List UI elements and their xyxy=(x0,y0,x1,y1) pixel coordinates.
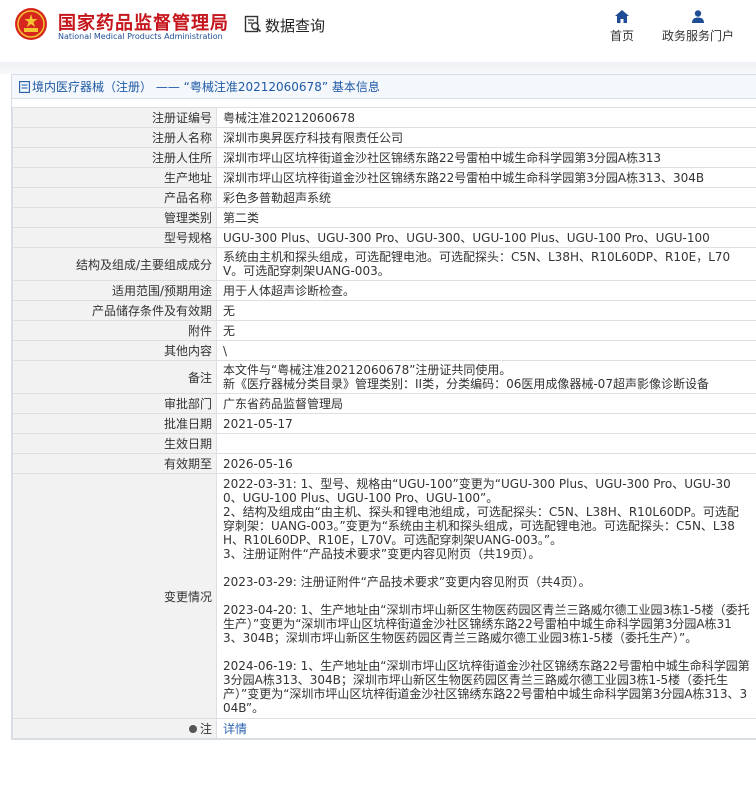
detail-link[interactable]: 详情 xyxy=(223,722,247,736)
row-value: 用于人体超声诊断检查。 xyxy=(216,280,756,301)
nav-service-portal[interactable]: 政务服务门户 xyxy=(658,10,738,44)
row-label: 其他内容 xyxy=(12,340,217,361)
row-value: 广东省药品监督管理局 xyxy=(216,393,756,414)
row-label: 注 xyxy=(12,718,217,739)
row-value: UGU-300 Plus、UGU-300 Pro、UGU-300、UGU-100… xyxy=(216,227,756,248)
change-entry-1-line-3: 3、注册证附件“产品技术要求”变更内容见附页（共19页）。 xyxy=(223,547,541,561)
header-shadow xyxy=(0,62,756,74)
breadcrumb: 境内医疗器械（注册） —— “粤械注准20212060678” 基本信息 xyxy=(12,75,756,99)
table-row: 结构及组成/主要组成成分 系统由主机和探头组成，可选配锂电池。可选配探头：C5N、… xyxy=(12,247,756,281)
change-entry-4: 2024-06-19: 1、生产地址由“深圳市坪山区坑梓街道金沙社区锦绣东路22… xyxy=(223,659,750,715)
row-value: 本文件与“粤械注准20212060678”注册证共同使用。 新《医疗器械分类目录》… xyxy=(216,360,756,394)
row-label: 生产地址 xyxy=(12,167,217,188)
row-label: 注册人名称 xyxy=(12,127,217,148)
data-query-icon[interactable] xyxy=(244,15,262,33)
breadcrumb-text: 境内医疗器械（注册） —— “粤械注准20212060678” 基本信息 xyxy=(32,80,380,94)
change-entry-2: 2023-03-29: 注册证附件“产品技术要求”变更内容见附页（共4页）。 xyxy=(223,575,591,589)
site-header: 国家药品监督管理局 National Medical Products Admi… xyxy=(0,0,756,62)
row-label: 附件 xyxy=(12,320,217,341)
site-subtitle: National Medical Products Administration xyxy=(58,32,223,41)
nav-home[interactable]: 首页 xyxy=(604,10,640,44)
note-label: 注 xyxy=(199,722,212,736)
pin-icon xyxy=(188,725,197,733)
detail-panel: 境内医疗器械（注册） —— “粤械注准20212060678” 基本信息 注册证… xyxy=(11,74,756,740)
row-label: 注册证编号 xyxy=(12,107,217,128)
change-history-row: 变更情况 2022-03-31: 1、型号、规格由“UGU-100”变更为“UG… xyxy=(12,473,756,719)
table-row: 审批部门 广东省药品监督管理局 xyxy=(12,393,756,414)
table-row: 产品名称 彩色多普勒超声系统 xyxy=(12,187,756,208)
row-label: 注册人住所 xyxy=(12,147,217,168)
row-value: 无 xyxy=(216,320,756,341)
row-value: 系统由主机和探头组成，可选配锂电池。可选配探头：C5N、L38H、R10L60D… xyxy=(216,247,756,281)
row-label: 生效日期 xyxy=(12,433,217,454)
row-value xyxy=(216,433,756,454)
row-value: 粤械注准20212060678 xyxy=(216,107,756,128)
device-info-table: 注册证编号 粤械注准20212060678 注册人名称 深圳市奥昇医疗科技有限责任公… xyxy=(12,107,756,739)
row-label: 备注 xyxy=(12,360,217,394)
row-label: 结构及组成/主要组成成分 xyxy=(12,247,217,281)
table-row: 生产地址 深圳市坪山区坑梓街道金沙社区锦绣东路22号雷柏中城生命科学园第3分园A栋… xyxy=(12,167,756,188)
table-row: 注册人名称 深圳市奥昇医疗科技有限责任公司 xyxy=(12,127,756,148)
table-row: 其他内容 \ xyxy=(12,340,756,361)
row-value: \ xyxy=(216,340,756,361)
table-row: 生效日期 xyxy=(12,433,756,454)
table-row: 型号规格 UGU-300 Plus、UGU-300 Pro、UGU-300、UGU… xyxy=(12,227,756,248)
row-label: 适用范围/预期用途 xyxy=(12,280,217,301)
row-label: 批准日期 xyxy=(12,413,217,434)
data-query-link[interactable]: 数据查询 xyxy=(265,15,325,36)
nav-home-label: 首页 xyxy=(609,29,634,43)
national-emblem-icon[interactable] xyxy=(14,7,48,41)
home-icon xyxy=(615,10,629,23)
row-label: 有效期至 xyxy=(12,453,217,474)
note-row: 注 详情 xyxy=(12,718,756,739)
change-entry-3: 2023-04-20: 1、生产地址由“深圳市坪山新区生物医药园区青兰三路威尔德… xyxy=(223,603,750,645)
row-value: 2026-05-16 xyxy=(216,453,756,474)
row-value: 无 xyxy=(216,300,756,321)
document-icon xyxy=(19,81,30,93)
change-entry-1-line-1: 2022-03-31: 1、型号、规格由“UGU-100”变更为“UGU-300… xyxy=(223,477,731,505)
row-label: 产品名称 xyxy=(12,187,217,208)
table-row: 注册证编号 粤械注准20212060678 xyxy=(12,107,756,128)
row-value: 第二类 xyxy=(216,207,756,228)
row-label: 型号规格 xyxy=(12,227,217,248)
table-row: 附件无 xyxy=(12,320,756,341)
change-history: 2022-03-31: 1、型号、规格由“UGU-100”变更为“UGU-300… xyxy=(216,473,756,719)
remark-line-1: 本文件与“粤械注准20212060678”注册证共同使用。 xyxy=(223,363,512,377)
row-label: 审批部门 xyxy=(12,393,217,414)
row-value: 详情 xyxy=(216,718,756,739)
row-label: 管理类别 xyxy=(12,207,217,228)
row-value: 2021-05-17 xyxy=(216,413,756,434)
row-value: 彩色多普勒超声系统 xyxy=(216,187,756,208)
table-row: 注册人住所 深圳市坪山区坑梓街道金沙社区锦绣东路22号雷柏中城生命科学园第3分园A… xyxy=(12,147,756,168)
remark-line-2: 新《医疗器械分类目录》管理类别：II类，分类编码：06医用成像器械-07超声影像… xyxy=(223,377,709,391)
row-label: 变更情况 xyxy=(12,473,217,719)
table-row: 适用范围/预期用途 用于人体超声诊断检查。 xyxy=(12,280,756,301)
table-row: 有效期至 2026-05-16 xyxy=(12,453,756,474)
user-icon xyxy=(692,10,704,23)
row-label: 产品储存条件及有效期 xyxy=(12,300,217,321)
table-row: 备注 本文件与“粤械注准20212060678”注册证共同使用。 新《医疗器械分类目… xyxy=(12,360,756,394)
table-row: 批准日期 2021-05-17 xyxy=(12,413,756,434)
change-entry-1-line-2: 2、结构及组成由“由主机、探头和锂电池组成，可选配探头：C5N、L38H、R10… xyxy=(223,505,739,547)
nav-service-portal-label: 政务服务门户 xyxy=(661,29,734,43)
table-row: 产品储存条件及有效期无 xyxy=(12,300,756,321)
row-value: 深圳市坪山区坑梓街道金沙社区锦绣东路22号雷柏中城生命科学园第3分园A栋313 xyxy=(216,147,756,168)
row-value: 深圳市奥昇医疗科技有限责任公司 xyxy=(216,127,756,148)
row-value: 深圳市坪山区坑梓街道金沙社区锦绣东路22号雷柏中城生命科学园第3分园A栋313、… xyxy=(216,167,756,188)
table-row: 管理类别 第二类 xyxy=(12,207,756,228)
